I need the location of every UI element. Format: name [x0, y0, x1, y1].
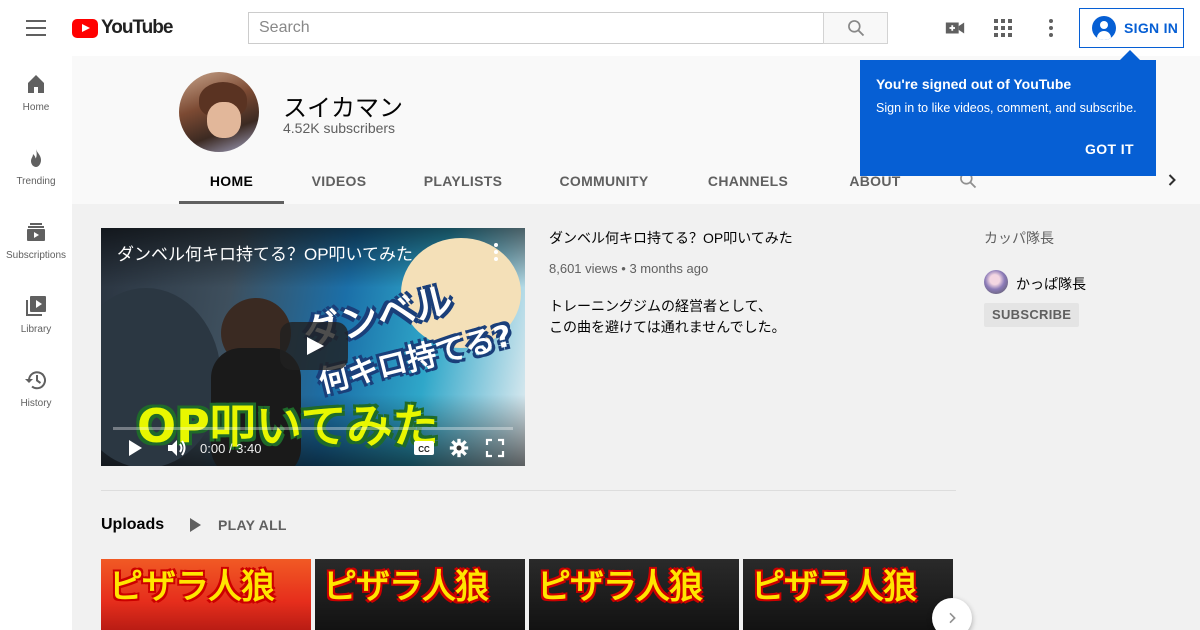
search-button[interactable] [823, 12, 888, 44]
sidebar-item-history[interactable]: History [0, 352, 72, 426]
subscriptions-icon [27, 223, 45, 241]
search-input[interactable] [259, 19, 813, 37]
player-more-button[interactable] [493, 242, 499, 267]
logo-text: YouTube [101, 17, 173, 38]
section-divider [101, 490, 956, 491]
play-all-label: PLAY ALL [218, 517, 287, 533]
sidebar-item-trending[interactable]: Trending [0, 130, 72, 204]
menu-icon [26, 20, 46, 22]
sidebar-item-home[interactable]: Home [0, 56, 72, 130]
popup-body: Sign in to like videos, comment, and sub… [876, 101, 1137, 115]
avatar-face [207, 102, 241, 138]
sign-in-label: SIGN IN [1124, 20, 1179, 36]
apps-grid-icon [994, 19, 1012, 37]
featured-video-description: トレーニングジムの経営者として、 この曲を避けては通れませんでした。 [549, 296, 786, 338]
tab-home[interactable]: HOME [179, 160, 284, 204]
tab-playlists[interactable]: PLAYLISTS [411, 160, 515, 204]
featured-channels-title: カッパ隊長 [984, 230, 1054, 246]
chevron-right-icon [949, 612, 956, 624]
svg-text:CC: CC [418, 445, 430, 454]
video-camera-icon [945, 22, 965, 34]
account-circle-icon [1092, 16, 1116, 40]
youtube-logo-icon [72, 18, 98, 38]
got-it-button[interactable]: GOT IT [1085, 141, 1134, 157]
menu-icon-bar [26, 27, 46, 29]
home-icon [28, 75, 44, 93]
captions-button[interactable]: CC [413, 436, 435, 460]
featured-video-title[interactable]: ダンベル何キロ持てる？OP叩いてみた [549, 228, 793, 248]
search-box[interactable] [248, 12, 824, 44]
gear-icon [449, 438, 469, 458]
featured-channel-name[interactable]: かっぱ隊長 [1016, 274, 1086, 294]
apps-button[interactable] [991, 16, 1015, 40]
tab-community[interactable]: COMMUNITY [549, 160, 659, 204]
sidebar-item-label: History [20, 398, 52, 409]
shelf-next-button[interactable] [932, 598, 972, 630]
fullscreen-icon [485, 438, 505, 458]
time-display: 0:00 / 3:40 [200, 441, 262, 456]
mute-button[interactable] [165, 436, 189, 460]
settings-button[interactable] [449, 436, 469, 460]
mini-guide-sidebar: Home Trending Subscriptions Library Hist… [0, 56, 72, 630]
popup-title: You're signed out of YouTube [876, 76, 1072, 92]
player-title[interactable]: ダンベル何キロ持てる？OP叩いてみた [117, 240, 477, 265]
description-line: この曲を避けては通れませんでした。 [549, 319, 786, 335]
large-play-button[interactable] [280, 322, 348, 370]
library-icon [26, 296, 46, 316]
tab-videos[interactable]: VIDEOS [290, 160, 388, 204]
more-vert-icon [1049, 19, 1053, 37]
more-vert-icon [494, 243, 498, 261]
flame-icon [31, 149, 41, 167]
channel-avatar[interactable] [179, 72, 259, 152]
thumbnail-text: ピザラ人狼 [537, 567, 703, 607]
history-icon [25, 371, 46, 390]
youtube-logo[interactable]: YouTube [72, 17, 173, 39]
featured-channel-avatar[interactable] [984, 270, 1008, 294]
search-icon [847, 20, 864, 37]
upload-thumbnail[interactable]: ピザラ人狼 [743, 559, 953, 630]
progress-bar[interactable] [113, 427, 513, 430]
view-count: 8,601 views [549, 261, 618, 276]
thumbnail-text: ピザラ人狼 [109, 567, 275, 607]
sidebar-item-label: Trending [16, 176, 56, 187]
thumbnail-text: ピザラ人狼 [323, 567, 489, 607]
featured-video-meta: 8,601 views • 3 months ago [549, 261, 708, 276]
create-video-button[interactable] [943, 16, 967, 40]
play-all-button[interactable]: PLAY ALL [186, 513, 287, 537]
play-icon [129, 440, 142, 456]
menu-button[interactable] [20, 16, 52, 40]
upload-thumbnail[interactable]: ピザラ人狼 [101, 559, 311, 630]
fullscreen-button[interactable] [485, 436, 505, 460]
sidebar-item-label: Subscriptions [5, 250, 67, 261]
channel-name: スイカマン [283, 95, 403, 122]
upload-thumbnail[interactable]: ピザラ人狼 [529, 559, 739, 630]
menu-icon-bar [26, 34, 46, 36]
sidebar-item-label: Library [20, 324, 52, 335]
uploads-section-title[interactable]: Uploads [101, 516, 164, 534]
upload-thumbnail[interactable]: ピザラ人狼 [315, 559, 525, 630]
signed-out-popup: You're signed out of YouTube Sign in to … [860, 50, 1156, 176]
subscriber-count: 4.52K subscribers [283, 120, 396, 136]
featured-video-player[interactable]: ダンベル 何キロ持てる? OP叩いてみた ダンベル何キロ持てる？OP叩いてみた … [101, 228, 525, 466]
chevron-right-icon [1168, 174, 1176, 186]
thumbnail-text: ピザラ人狼 [751, 567, 917, 607]
tab-channels[interactable]: CHANNELS [697, 160, 799, 204]
sidebar-item-label: Home [22, 102, 50, 113]
play-icon [190, 518, 201, 532]
play-button[interactable] [127, 436, 143, 460]
description-line: トレーニングジムの経営者として、 [549, 298, 772, 314]
featured-channel-subscribe-button[interactable]: SUBSCRIBE [984, 303, 1080, 327]
settings-more-button[interactable] [1039, 16, 1063, 40]
upload-age: 3 months ago [629, 261, 709, 276]
sign-in-button[interactable]: SIGN IN [1079, 8, 1184, 48]
tabs-scroll-right-button[interactable] [1162, 170, 1182, 195]
closed-captions-icon: CC [414, 441, 434, 455]
sidebar-item-subscriptions[interactable]: Subscriptions [0, 204, 72, 278]
masthead: YouTube SIGN IN [0, 0, 1200, 56]
sidebar-item-library[interactable]: Library [0, 278, 72, 352]
volume-icon [168, 440, 186, 456]
